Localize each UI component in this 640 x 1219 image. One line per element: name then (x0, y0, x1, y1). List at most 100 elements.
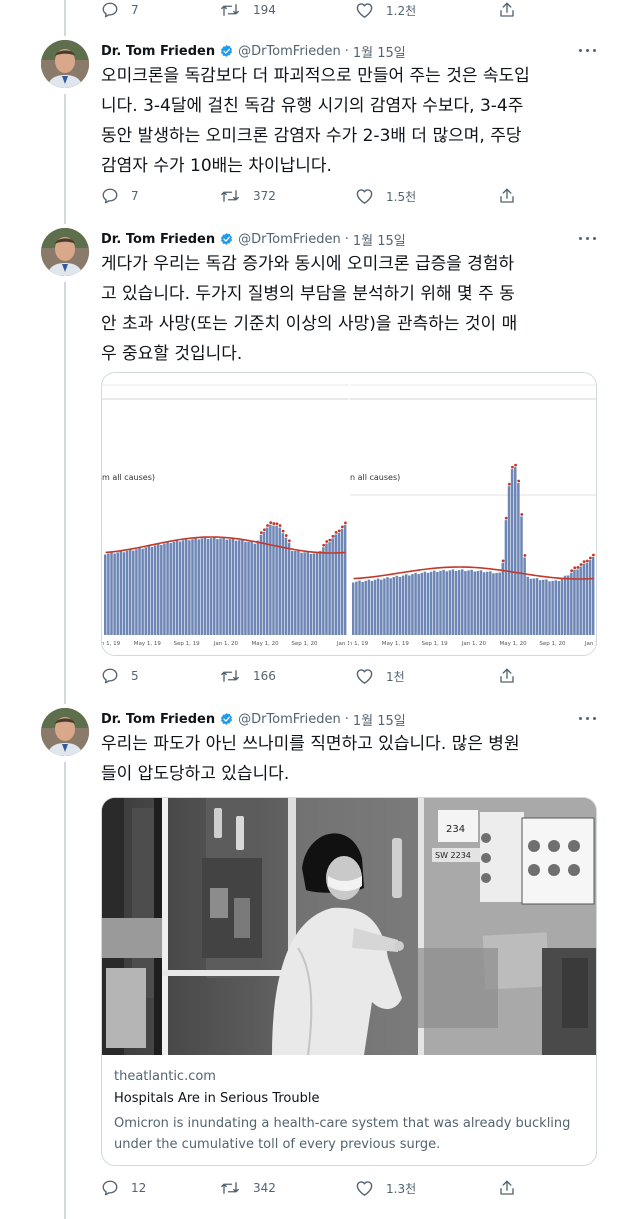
reply-button[interactable]: 5 (101, 666, 139, 686)
hospital-photo-image: 234 SW 2234 (102, 798, 596, 1055)
avatar[interactable] (41, 708, 89, 756)
retweet-button[interactable]: 342 (219, 1178, 276, 1198)
share-button[interactable] (498, 186, 528, 206)
chart-bar (563, 575, 567, 635)
chart-bar (358, 580, 361, 635)
avatar[interactable] (41, 40, 89, 88)
chart-right-svg: Jan 1, 19 May 1, 19 Sep 1, 19 Jan 1, 20 May … (343, 384, 596, 647)
tweet-date[interactable]: 1월 15일 (353, 42, 406, 61)
chart-point (266, 524, 269, 527)
tweet-header: Dr. Tom Frieden @DrTomFrieden · 1월 15일 (101, 228, 406, 250)
author-name[interactable]: Dr. Tom Frieden (101, 44, 215, 59)
retweet-button[interactable]: 166 (219, 666, 276, 686)
chart-bar (287, 542, 291, 635)
retweet-button[interactable]: 194 (219, 0, 276, 20)
card-photo: 234 SW 2234 (102, 798, 596, 1055)
retweet-button[interactable]: 372 (219, 186, 276, 206)
chart-bar (113, 553, 116, 635)
reply-button[interactable]: 12 (101, 1178, 146, 1198)
share-icon (500, 2, 514, 17)
tweet[interactable]: Dr. Tom Frieden @DrTomFrieden · 1월 15일 오… (0, 40, 640, 218)
chart-bar (557, 581, 561, 635)
chart-bar (300, 552, 303, 635)
chart-bar (262, 531, 266, 635)
like-button[interactable]: 1천 (355, 666, 405, 686)
chart-bar (250, 541, 253, 635)
chart-bar (479, 570, 483, 635)
chart-bar (343, 524, 347, 635)
chart-point (322, 543, 326, 547)
like-button[interactable]: 1.5천 (355, 186, 416, 206)
chart-bar (185, 539, 188, 635)
chart-bar (322, 547, 325, 635)
chart-bar (554, 580, 558, 635)
chart-bar (489, 571, 492, 635)
action-bar: 5 166 1천 (0, 666, 640, 686)
chart-bar (194, 538, 197, 635)
chart-bar (315, 552, 319, 635)
chart-bar (414, 572, 417, 635)
share-button[interactable] (498, 1178, 528, 1198)
chart-bar (328, 542, 331, 635)
chart-bar (476, 570, 480, 635)
more-options-icon[interactable] (578, 712, 598, 726)
chart-bar (281, 533, 285, 635)
top-action-bar: 7 194 1.2천 (0, 0, 640, 20)
tweet-date[interactable]: 1월 15일 (353, 230, 406, 249)
chart-bar (156, 543, 160, 635)
chart-bar (110, 552, 113, 635)
chart-bar (408, 575, 411, 635)
share-icon (500, 668, 514, 683)
chart-bar (445, 571, 448, 635)
verified-badge-icon (221, 232, 233, 245)
chart-bar (520, 516, 523, 635)
chart-bar (355, 581, 358, 635)
chart-bar (473, 571, 477, 635)
chart-bar (532, 578, 536, 635)
like-count: 1.5천 (386, 189, 417, 204)
reply-button[interactable]: 7 (101, 186, 139, 206)
share-button[interactable] (498, 666, 528, 686)
like-button[interactable]: 1.2천 (355, 0, 416, 20)
link-preview-card[interactable]: 234 SW 2234 theatlantic.com Hospitals Ar… (101, 797, 597, 1166)
chart-bar (318, 550, 322, 635)
chart-tick-label: Jan 1, 20 (461, 641, 487, 647)
chart-bar (128, 549, 132, 635)
like-count: 1.2천 (386, 3, 417, 18)
chart-bar (514, 467, 517, 635)
reply-button[interactable]: 7 (101, 0, 139, 20)
chart-bar (501, 562, 505, 635)
chart-bar (216, 539, 219, 635)
retweet-icon (221, 1182, 239, 1194)
chart-point (325, 540, 329, 543)
separator: · (344, 711, 349, 727)
tweet-text: 우리는 파도가 아닌 쓰나미를 직면하고 있습니다. 많은 병원 들이 압도당하… (101, 734, 520, 784)
chart-bar (306, 551, 310, 635)
retweet-count: 342 (253, 1181, 276, 1195)
author-name[interactable]: Dr. Tom Frieden (101, 232, 215, 247)
chart-bar (591, 556, 595, 635)
chart-bar (588, 560, 592, 635)
chart-bar (119, 551, 123, 635)
reply-count: 7 (131, 3, 139, 17)
chart-bar (228, 539, 232, 635)
chart-image-attachment[interactable]: Jan 1, 19 May 1, 19 Sep 1, 19 Jan 1, 20 May … (101, 372, 597, 656)
chart-bar (395, 575, 399, 635)
like-button[interactable]: 1.3천 (355, 1178, 416, 1198)
author-handle[interactable]: @DrTomFrieden (238, 712, 341, 727)
author-name[interactable]: Dr. Tom Frieden (101, 712, 215, 727)
avatar[interactable] (41, 228, 89, 276)
author-handle[interactable]: @DrTomFrieden (238, 232, 341, 247)
chart-bar (566, 575, 570, 635)
chart-point (334, 531, 338, 534)
share-button[interactable] (498, 0, 528, 20)
author-handle[interactable]: @DrTomFrieden (238, 44, 341, 59)
more-options-icon[interactable] (578, 44, 598, 58)
chart-bar (380, 579, 383, 635)
chart-point (592, 553, 595, 557)
chart-bar (253, 543, 257, 635)
heart-icon (356, 669, 373, 684)
tweet-date[interactable]: 1월 15일 (353, 710, 406, 729)
chart-bar (191, 539, 194, 635)
more-options-icon[interactable] (578, 232, 598, 246)
